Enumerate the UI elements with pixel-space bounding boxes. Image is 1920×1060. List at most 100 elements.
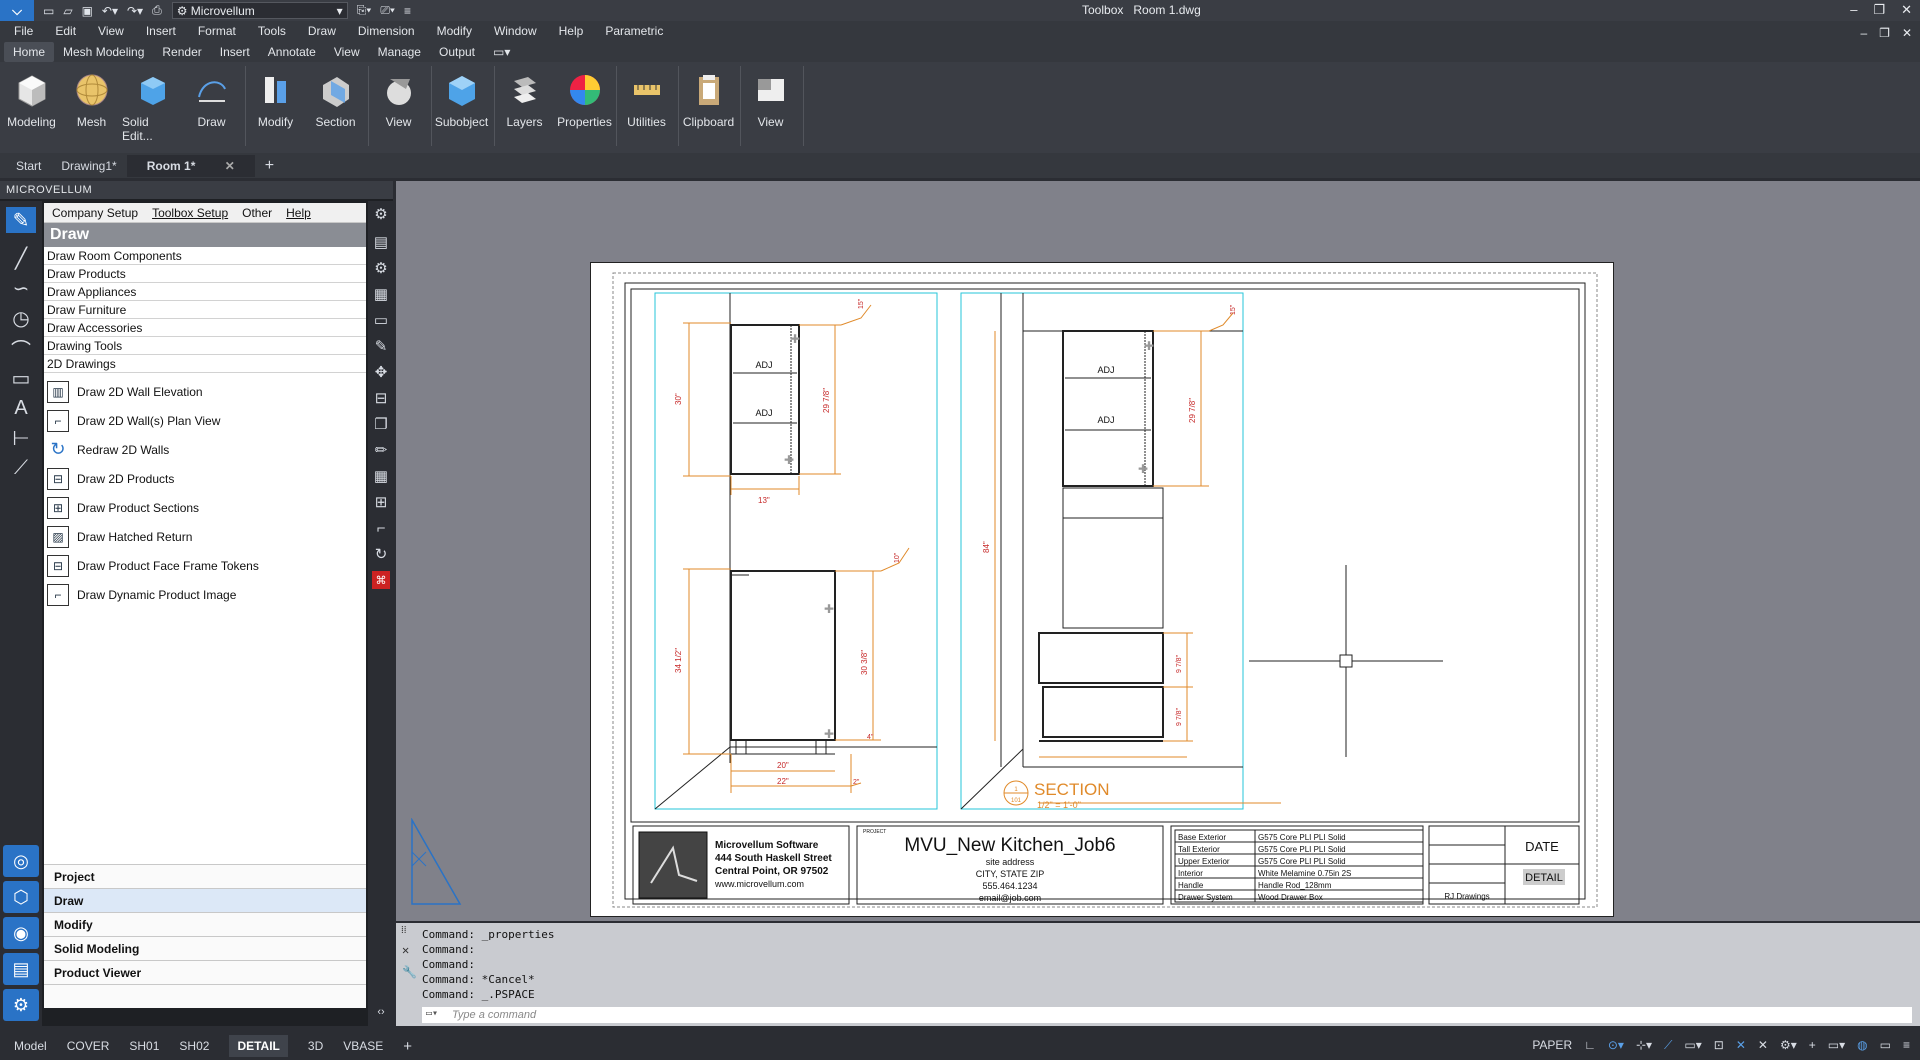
arc-tool-icon[interactable]: ⌒ [6, 335, 36, 362]
layout-tab-cover[interactable]: COVER [67, 1039, 110, 1053]
text-tool-icon[interactable]: A [6, 395, 36, 421]
menu-view[interactable]: View [98, 24, 124, 38]
pdf-icon[interactable]: ⌘ [372, 571, 390, 589]
customize-icon[interactable]: 🔧 [402, 965, 417, 979]
command-input[interactable]: Type a command [422, 1007, 1912, 1023]
selection-icon[interactable]: ⊡ [1714, 1038, 1724, 1053]
paper-space-toggle[interactable]: PAPER [1532, 1038, 1572, 1053]
layers-button[interactable]: Layers [495, 63, 554, 147]
doc-tab-start[interactable]: Start [6, 155, 51, 177]
doc-tab-room1[interactable]: Room 1* ✕ [126, 154, 255, 177]
ribbon-options-icon[interactable]: ▭▾ [484, 42, 519, 62]
redo-icon[interactable]: ↷▾ [127, 4, 143, 18]
menu-toolbox-setup[interactable]: Toolbox Setup [152, 206, 228, 220]
hardware-acceleration-icon[interactable]: ◍ [1857, 1038, 1867, 1053]
view-button[interactable]: View [369, 63, 428, 147]
category-draw-products[interactable]: Draw Products [44, 265, 366, 283]
workspace-dropdown[interactable]: ⚙ Microvellum ▾ [171, 2, 348, 19]
modeling-button[interactable]: Modeling [2, 63, 61, 147]
category-drawing-tools[interactable]: Drawing Tools [44, 337, 366, 355]
doc-close-icon[interactable]: ✕ [1902, 26, 1912, 40]
polar-tracking-icon[interactable]: ⊙▾ [1608, 1038, 1624, 1053]
cube-icon[interactable]: ⬡ [3, 881, 39, 913]
line-tool-icon[interactable]: ╱ [6, 245, 36, 271]
aligned-dimension-icon[interactable]: ⟋ [6, 455, 36, 481]
layout-tab-detail[interactable]: DETAIL [229, 1035, 288, 1057]
app-logo-icon[interactable]: ⌵ [0, 0, 34, 21]
close-tab-icon[interactable]: ✕ [215, 155, 245, 177]
tab-view[interactable]: View [325, 42, 369, 62]
refresh-icon[interactable]: ↻ [372, 545, 390, 563]
units-icon[interactable]: ▭▾ [1828, 1038, 1845, 1053]
customize-qat-icon[interactable]: ≡ [404, 4, 411, 18]
camera-icon[interactable]: ◉ [3, 917, 39, 949]
section-tool-icon[interactable]: ⊞ [372, 493, 390, 511]
item-redraw-2d-walls[interactable]: ↻ Redraw 2D Walls [44, 435, 366, 464]
menu-other[interactable]: Other [242, 206, 272, 220]
restore-icon[interactable]: ❐ [1873, 2, 1885, 18]
tab-mesh-modeling[interactable]: Mesh Modeling [54, 42, 153, 62]
layout-tab-vbase[interactable]: VBASE [343, 1039, 383, 1053]
clean-screen-icon[interactable]: ▭ [1880, 1038, 1891, 1053]
tab-insert[interactable]: Insert [211, 42, 259, 62]
workspace-gear-icon[interactable]: ⚙▾ [1780, 1038, 1797, 1053]
table-icon[interactable]: ▦ [372, 467, 390, 485]
tab-annotate[interactable]: Annotate [259, 42, 325, 62]
layout-tab-sh02[interactable]: SH02 [179, 1039, 209, 1053]
item-draw-2d-wall-elevation[interactable]: ▥ Draw 2D Wall Elevation [44, 377, 366, 406]
grip-icon[interactable]: ⁞⁞ [401, 925, 407, 936]
grid-icon[interactable]: ▦ [372, 285, 390, 303]
item-draw-product-sections[interactable]: ⊞ Draw Product Sections [44, 493, 366, 522]
category-2d-drawings[interactable]: 2D Drawings [44, 355, 366, 373]
mesh-button[interactable]: Mesh [62, 63, 121, 147]
move-icon[interactable]: ✥ [372, 363, 390, 381]
publish-icon[interactable]: ⎘▾ [357, 3, 372, 18]
solid-edit-button[interactable]: Solid Edit... [122, 63, 181, 147]
rectangle-tool-icon[interactable]: ▭ [6, 365, 36, 391]
cabinet-tool-icon[interactable]: ⊟ [372, 389, 390, 407]
add-layout-button[interactable]: + [403, 1038, 412, 1055]
section-button[interactable]: Section [306, 63, 365, 147]
big-gear-icon[interactable]: ⚙ [372, 259, 390, 277]
menu-tools[interactable]: Tools [258, 24, 286, 38]
category-draw-accessories[interactable]: Draw Accessories [44, 319, 366, 337]
item-draw-face-frame-tokens[interactable]: ⊟ Draw Product Face Frame Tokens [44, 551, 366, 580]
pen-tool-icon[interactable]: ✎ [6, 207, 36, 233]
item-draw-2d-walls-plan[interactable]: ⌐ Draw 2D Wall(s) Plan View [44, 406, 366, 435]
item-draw-dynamic-product-image[interactable]: ⌐ Draw Dynamic Product Image [44, 580, 366, 609]
paper-sheet[interactable]: ADJ ADJ ✚ ✚ 30" 29 7/8" 13" 15" ✚ ✚ 34 1… [590, 262, 1614, 917]
item-draw-hatched-return[interactable]: ▨ Draw Hatched Return [44, 522, 366, 551]
nav-modify[interactable]: Modify [44, 912, 366, 936]
menu-modify[interactable]: Modify [437, 24, 472, 38]
layout-tab-3d[interactable]: 3D [308, 1039, 323, 1053]
close-icon[interactable]: ✕ [1901, 2, 1912, 18]
snap-icon[interactable]: ∟ [1584, 1038, 1596, 1053]
doc-restore-icon[interactable]: ❐ [1879, 26, 1890, 40]
nav-draw[interactable]: Draw [44, 888, 366, 912]
category-draw-furniture[interactable]: Draw Furniture [44, 301, 366, 319]
annotation-scale-icon[interactable]: ▭▾ [1684, 1038, 1701, 1053]
layout-tab-model[interactable]: Model [14, 1039, 47, 1053]
customize-status-icon[interactable]: ≡ [1903, 1038, 1910, 1053]
tab-manage[interactable]: Manage [369, 42, 430, 62]
menu-company-setup[interactable]: Company Setup [52, 206, 138, 220]
subobject-button[interactable]: Subobject [432, 63, 491, 147]
nav-solid-modeling[interactable]: Solid Modeling [44, 936, 366, 960]
menu-help[interactable]: Help [559, 24, 584, 38]
new-file-icon[interactable]: ▭ [43, 4, 54, 18]
menu-window[interactable]: Window [494, 24, 537, 38]
menu-edit[interactable]: Edit [55, 24, 76, 38]
spiral-icon[interactable]: ◎ [3, 845, 39, 877]
panel-scroll-icon[interactable]: ‹› [372, 1003, 390, 1021]
polyline-tool-icon[interactable]: ∽ [6, 275, 36, 301]
properties-button[interactable]: Properties [555, 63, 614, 147]
new-tab-button[interactable]: + [255, 153, 284, 179]
layout-tab-sh01[interactable]: SH01 [129, 1039, 159, 1053]
menu-panel-help[interactable]: Help [286, 206, 311, 220]
page-icon[interactable]: ▭ [372, 311, 390, 329]
draw-button[interactable]: Draw [182, 63, 241, 147]
close-command-icon[interactable]: ✕ [402, 943, 409, 957]
menu-draw[interactable]: Draw [308, 24, 336, 38]
tab-output[interactable]: Output [430, 42, 484, 62]
menu-dimension[interactable]: Dimension [358, 24, 415, 38]
